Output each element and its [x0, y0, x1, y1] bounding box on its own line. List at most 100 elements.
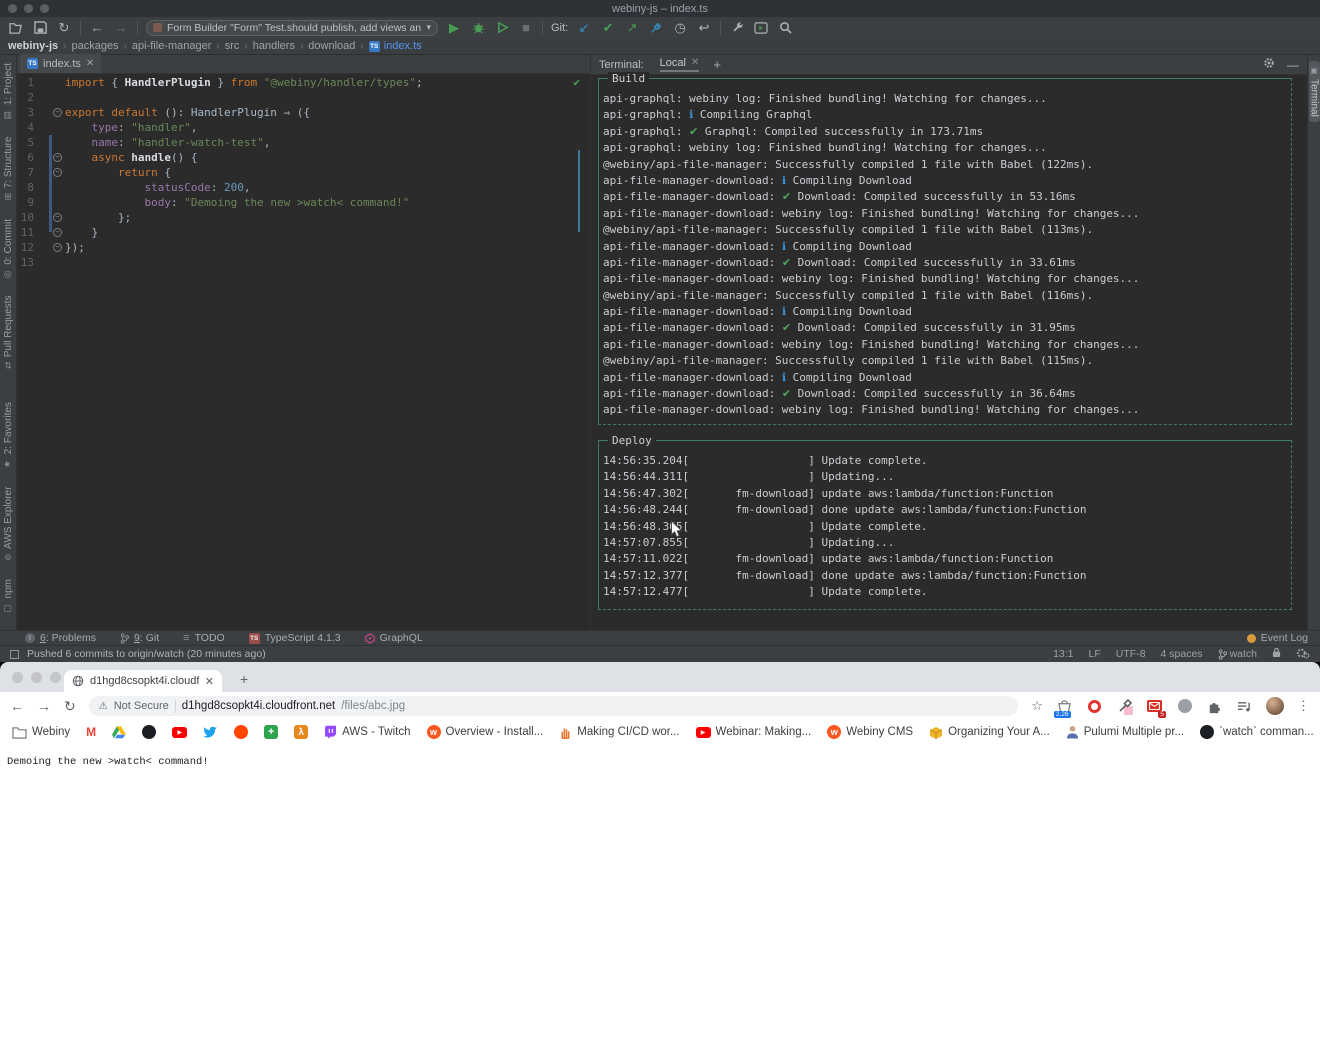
bookmark-twitter[interactable] [203, 726, 218, 739]
bookmark-organizing-your-a[interactable]: Organizing Your A... [929, 726, 1050, 739]
forward-icon[interactable]: → [37, 698, 51, 714]
browser-menu-icon[interactable]: ⋮ [1297, 698, 1310, 714]
sidebar-item-2-favorites[interactable]: ★2: Favorites [3, 402, 14, 468]
event-log-button[interactable]: Event Log [1247, 632, 1308, 644]
extension-icon[interactable] [1176, 698, 1193, 715]
breadcrumb-item-webiny-js[interactable]: webiny-js [8, 40, 58, 52]
close-terminal-tab-icon[interactable]: ✕ [691, 57, 699, 69]
bookmark-gmail[interactable]: M [86, 725, 96, 739]
rollback-icon[interactable]: ↩ [696, 20, 712, 36]
playlist-icon[interactable] [1236, 698, 1253, 715]
stop-button[interactable]: ■ [518, 20, 534, 36]
zoom-window-button[interactable] [50, 672, 61, 683]
git-branch-widget[interactable]: watch [1218, 648, 1257, 660]
save-icon[interactable] [32, 20, 48, 36]
git-shelve-icon[interactable] [648, 20, 664, 36]
fold-icon[interactable]: − [53, 108, 62, 117]
file-encoding[interactable]: UTF-8 [1116, 648, 1146, 660]
sidebar-item-npm[interactable]: ▢npm [3, 579, 14, 612]
sidebar-item-7-structure[interactable]: ⊞7: Structure [3, 137, 14, 200]
minimize-window-button[interactable] [31, 672, 42, 683]
extension-adblock-icon[interactable] [1086, 698, 1103, 715]
profile-avatar[interactable] [1266, 697, 1284, 715]
bookmark-drive[interactable] [112, 726, 126, 739]
git-commit-icon[interactable]: ✔ [600, 20, 616, 36]
bookmark-github[interactable] [142, 725, 156, 739]
fold-icon[interactable]: − [53, 213, 62, 222]
bookmark-overview-install[interactable]: wOverview - Install... [427, 725, 544, 739]
debug-button[interactable] [470, 20, 486, 36]
breadcrumb-item-handlers[interactable]: handlers [253, 40, 295, 52]
breadcrumb-item-packages[interactable]: packages [71, 40, 118, 52]
wrench-icon[interactable] [729, 20, 745, 36]
git-push-icon[interactable]: ↗ [624, 20, 640, 36]
sidebar-item-pull-requests[interactable]: ⇅Pull Requests [3, 296, 14, 369]
terminal-tab-local[interactable]: Local ✕ [660, 57, 700, 72]
breadcrumb-item-download[interactable]: download [308, 40, 355, 52]
back-icon[interactable]: ← [10, 698, 24, 714]
new-tab-button[interactable]: + [240, 671, 248, 687]
fold-icon[interactable]: − [53, 243, 62, 252]
bookmark-pulumi-multiple-pr[interactable]: Pulumi Multiple pr... [1066, 725, 1184, 739]
close-window-button[interactable] [12, 672, 23, 683]
run-configuration-select[interactable]: Form Builder "Form" Test.should publish,… [146, 20, 438, 36]
search-icon[interactable] [777, 20, 793, 36]
fold-icon[interactable]: − [53, 153, 62, 162]
sidebar-item-0-commit[interactable]: ◎0: Commit [3, 219, 14, 279]
bookmark-webinar-making[interactable]: ▶Webinar: Making... [696, 726, 812, 738]
close-tab-icon[interactable]: ✕ [86, 58, 94, 69]
run-button[interactable]: ▶ [446, 20, 462, 36]
bookmark-lambda[interactable]: λ [294, 725, 308, 739]
tool-window-9-git[interactable]: 9: Git [120, 632, 159, 644]
tab-index-ts[interactable]: TS index.ts ✕ [20, 54, 101, 73]
lock-icon[interactable] [1272, 647, 1281, 661]
tool-window-6-problems[interactable]: !6: Problems [25, 632, 96, 644]
history-icon[interactable]: ◷ [672, 20, 688, 36]
run-anything-icon[interactable] [753, 20, 769, 36]
sidebar-item-aws-explorer[interactable]: ⊚AWS Explorer [3, 487, 14, 561]
fold-icon[interactable]: − [53, 168, 62, 177]
breadcrumb-item-index-ts[interactable]: TSindex.ts [369, 40, 422, 52]
bookmark-aws-twitch[interactable]: AWS - Twitch [324, 725, 410, 739]
bookmark-reddit[interactable] [234, 725, 248, 739]
breadcrumb-item-api-file-manager[interactable]: api-file-manager [132, 40, 211, 52]
window-layout-icon[interactable] [10, 650, 19, 659]
bookmark-star-icon[interactable]: ☆ [1031, 699, 1043, 714]
extension-eyedropper-icon[interactable] [1116, 698, 1133, 715]
tool-window-graphql[interactable]: GraphQL [365, 632, 423, 644]
reload-icon[interactable]: ↻ [64, 698, 76, 715]
bookmark-webiny[interactable]: Webiny [12, 726, 70, 739]
minimize-terminal-icon[interactable]: — [1287, 58, 1299, 72]
breadcrumb-item-src[interactable]: src [225, 40, 240, 52]
extensions-puzzle-icon[interactable] [1206, 698, 1223, 715]
browser-tab[interactable]: d1hgd8csopkt4i.cloudfront.ne ✕ [64, 670, 222, 692]
run-with-coverage-button[interactable] [494, 20, 510, 36]
code-editor[interactable]: 1import { HandlerPlugin } from "@webiny/… [17, 74, 590, 630]
tool-window-terminal[interactable]: ▣ Terminal [1309, 61, 1320, 122]
tool-window-todo[interactable]: ≡TODO [183, 632, 225, 644]
new-terminal-tab-button[interactable]: + [713, 57, 721, 72]
address-bar[interactable]: ⚠ Not Secure d1hgd8csopkt4i.cloudfront.n… [89, 696, 1019, 716]
bookmark-webiny-cms[interactable]: wWebiny CMS [827, 725, 913, 739]
git-update-icon[interactable]: ↙ [576, 20, 592, 36]
forward-icon[interactable]: → [113, 20, 129, 36]
bookmark-youtube[interactable]: ▶ [172, 727, 187, 738]
line-ending[interactable]: LF [1089, 648, 1101, 660]
fold-icon[interactable]: − [53, 228, 62, 237]
tool-window-typescript-4-1-3[interactable]: TSTypeScript 4.1.3 [249, 632, 341, 644]
bookmark-health[interactable]: + [264, 725, 278, 739]
bookmark-watch-comman[interactable]: `watch` comman... [1200, 725, 1314, 739]
security-chip[interactable]: Not Secure [114, 700, 169, 712]
terminal-settings-icon[interactable] [1263, 57, 1275, 72]
open-folder-icon[interactable] [8, 20, 24, 36]
caret-position[interactable]: 13:1 [1053, 648, 1073, 660]
back-icon[interactable]: ← [89, 20, 105, 36]
bookmark-making-ci-cd-wor[interactable]: Making CI/CD wor... [559, 725, 679, 739]
indent-setting[interactable]: 4 spaces [1161, 648, 1203, 660]
close-tab-icon[interactable]: ✕ [205, 675, 214, 688]
extension-cart-icon[interactable]: 2.26 [1056, 698, 1073, 715]
highlighting-level-icon[interactable] [1296, 647, 1310, 662]
extension-mail-icon[interactable]: 5 [1146, 698, 1163, 715]
sidebar-item-1-project[interactable]: ▤1: Project [3, 63, 14, 119]
sync-icon[interactable]: ↻ [56, 20, 72, 36]
